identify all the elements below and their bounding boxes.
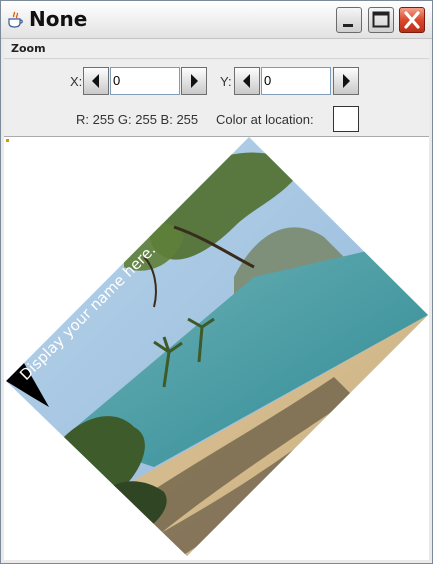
minimize-button[interactable] (336, 7, 362, 33)
left-triangle-icon (92, 74, 99, 88)
rgb-readout: R: 255 G: 255 B: 255 (76, 112, 199, 127)
x-label: X: (70, 74, 83, 89)
menu-bar: Zoom (4, 39, 429, 59)
color-swatch (333, 106, 359, 132)
title-bar[interactable]: None (1, 1, 432, 39)
maximize-button[interactable] (368, 7, 394, 33)
close-button[interactable] (399, 7, 425, 33)
controls-panel: X: 0 Y: 0 R: 255 G: 255 B: 255 Color at … (4, 60, 429, 136)
x-coordinate-input[interactable]: 0 (110, 67, 180, 95)
x-decrement-button[interactable] (83, 67, 109, 95)
window-title: None (29, 7, 88, 31)
color-location-label: Color at location: (216, 112, 314, 127)
rotated-beach-photo: Display your name here. (6, 137, 428, 556)
maximize-icon (372, 11, 390, 28)
close-icon (404, 11, 420, 29)
y-increment-button[interactable] (333, 67, 359, 95)
y-decrement-button[interactable] (234, 67, 260, 95)
java-cup-icon (7, 11, 23, 29)
minimize-icon (343, 24, 353, 27)
app-window: None Zoom X: 0 Y: 0 R: 255 G: 255 B: 255… (0, 0, 433, 564)
picture-canvas[interactable]: Display your name here. (4, 136, 429, 560)
y-label: Y: (220, 74, 232, 89)
right-triangle-icon (343, 74, 350, 88)
y-coordinate-input[interactable]: 0 (261, 67, 331, 95)
right-triangle-icon (191, 74, 198, 88)
menu-zoom[interactable]: Zoom (11, 42, 46, 55)
left-triangle-icon (243, 74, 250, 88)
x-increment-button[interactable] (181, 67, 207, 95)
